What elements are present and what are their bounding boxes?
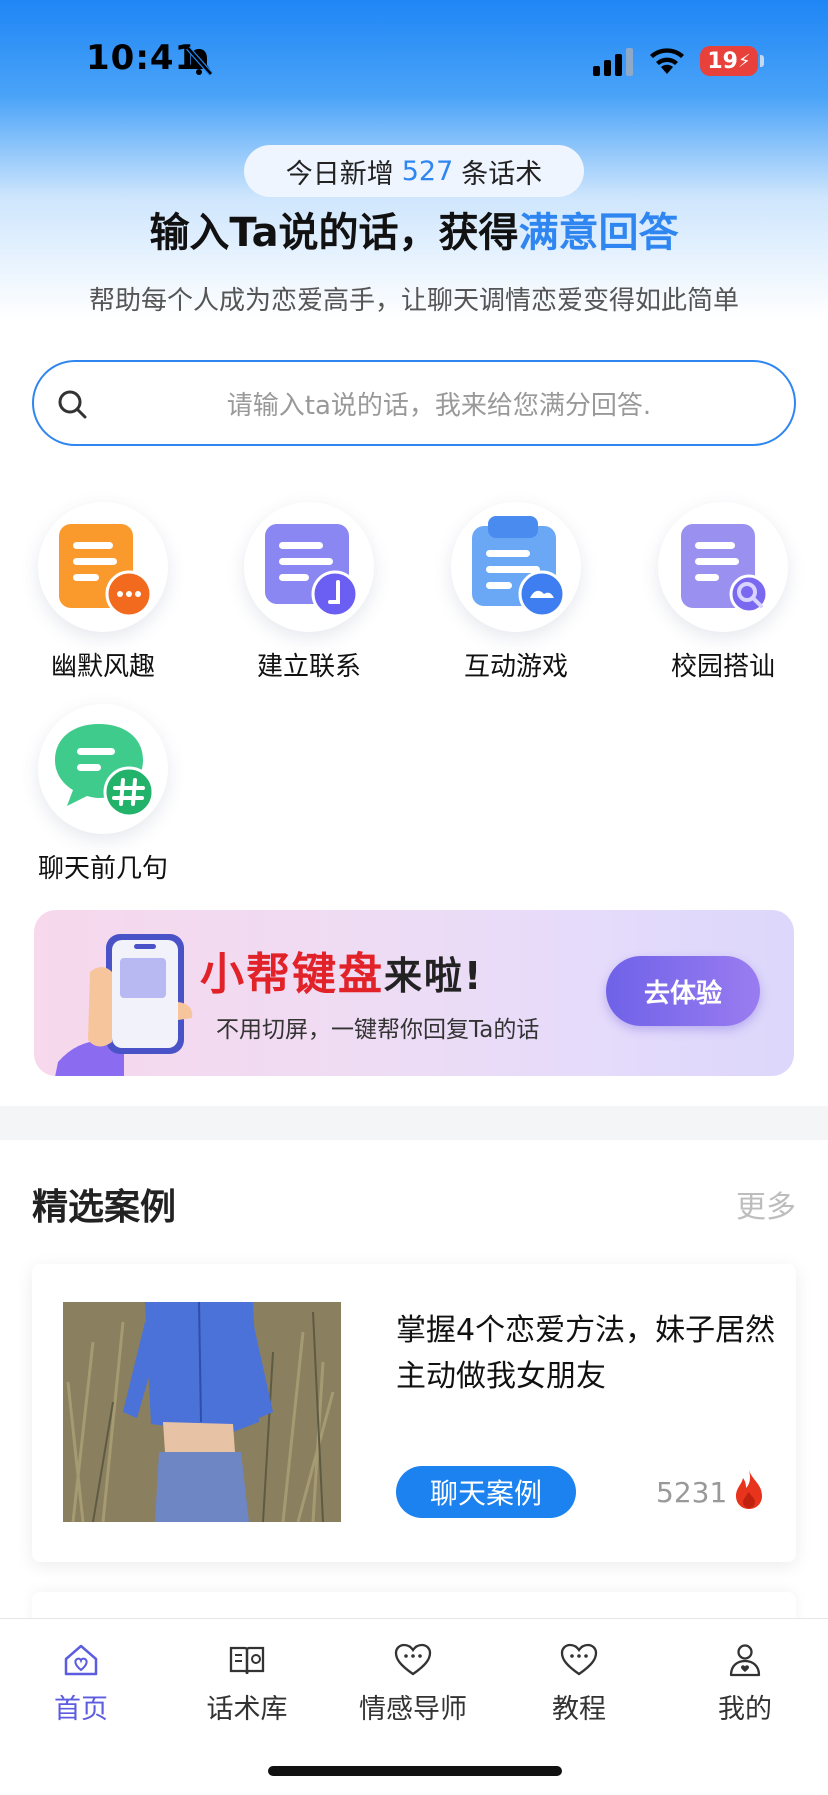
search-placeholder: 请输入ta说的话，我来给您满分回答. bbox=[226, 390, 652, 421]
status-time: 10:41 bbox=[86, 38, 200, 78]
tab-label: 我的 bbox=[718, 1694, 772, 1725]
battery-indicator: 19 ⚡ bbox=[700, 46, 758, 76]
home-indicator bbox=[268, 1766, 562, 1776]
category-humor[interactable]: 幽默风趣 bbox=[28, 502, 178, 683]
tab-label: 情感导师 bbox=[359, 1694, 467, 1725]
category-icon-circle bbox=[38, 502, 168, 632]
status-bar: 10:41 19 ⚡ bbox=[0, 0, 828, 120]
charging-bolt-icon: ⚡ bbox=[737, 50, 751, 72]
category-icon-circle bbox=[244, 502, 374, 632]
title-highlight: 满意回答 bbox=[518, 210, 679, 256]
page-subtitle: 帮助每个人成为恋爱高手，让聊天调情恋爱变得如此简单 bbox=[88, 286, 739, 316]
daily-prefix: 今日新增 bbox=[285, 158, 394, 190]
banner-title: 小帮键盘来啦! bbox=[200, 938, 483, 1002]
banner-title-dark: 来啦! bbox=[384, 954, 484, 998]
banner-title-red: 小帮键盘 bbox=[200, 949, 384, 1000]
title-main: 输入Ta说的话，获得 bbox=[149, 210, 519, 256]
featured-section-title: 精选案例 bbox=[32, 1187, 177, 1228]
signal-icon bbox=[593, 48, 633, 76]
category-label: 校园搭讪 bbox=[670, 652, 775, 682]
category-icon-circle bbox=[451, 502, 581, 632]
case-card[interactable]: 掌握4个恋爱方法，妹子居然主动做我女朋友 聊天案例 5231 bbox=[32, 1264, 796, 1562]
book-icon bbox=[229, 1646, 265, 1675]
home-icon bbox=[64, 1644, 98, 1676]
tab-label: 教程 bbox=[552, 1694, 606, 1725]
bell-muted-icon bbox=[186, 46, 213, 76]
case-title: 掌握4个恋爱方法，妹子居然主动做我女朋友 bbox=[396, 1313, 776, 1394]
chat-case-tag-button[interactable]: 聊天案例 bbox=[396, 1466, 576, 1518]
phone-hand-icon bbox=[55, 934, 193, 1076]
tab-label: 首页 bbox=[54, 1694, 108, 1725]
category-label: 互动游戏 bbox=[463, 652, 568, 682]
wifi-icon bbox=[650, 48, 684, 74]
section-divider bbox=[0, 1106, 828, 1140]
category-game[interactable]: 互动游戏 bbox=[441, 502, 591, 683]
game-icon bbox=[472, 516, 566, 616]
banner-subtitle: 不用切屏，一键帮你回复Ta的话 bbox=[216, 1017, 540, 1043]
case-view-count: 5231 bbox=[656, 1476, 728, 1509]
category-label: 建立联系 bbox=[256, 652, 361, 682]
tab-profile[interactable]: 我的 bbox=[670, 1643, 820, 1726]
tab-home[interactable]: 首页 bbox=[6, 1643, 156, 1726]
user-icon bbox=[729, 1644, 761, 1677]
heart-chat-icon bbox=[560, 1643, 598, 1676]
tab-scripts[interactable]: 话术库 bbox=[172, 1643, 322, 1726]
category-label: 聊天前几句 bbox=[37, 854, 168, 884]
page-title: 输入Ta说的话，获得满意回答 bbox=[0, 200, 828, 258]
tab-tutorial[interactable]: 教程 bbox=[504, 1643, 654, 1726]
tab-label: 话术库 bbox=[206, 1694, 288, 1725]
battery-tip bbox=[760, 55, 764, 67]
more-link[interactable]: 更多 bbox=[736, 1182, 796, 1226]
fire-icon bbox=[736, 1470, 762, 1509]
category-chat-opener[interactable]: 聊天前几句 bbox=[28, 704, 178, 885]
campus-icon bbox=[681, 524, 769, 614]
search-input[interactable]: 请输入ta说的话，我来给您满分回答. bbox=[32, 360, 796, 446]
humor-icon bbox=[59, 524, 153, 616]
app-screen: 10:41 19 ⚡ 今日新增 527 条话术 输入Ta说的话，获得满意回答 帮助… bbox=[0, 0, 828, 1795]
keyboard-promo-banner[interactable]: 小帮键盘来啦! 不用切屏，一键帮你回复Ta的话 去体验 bbox=[34, 910, 794, 1076]
category-label: 幽默风趣 bbox=[50, 652, 155, 682]
case-thumbnail-image bbox=[63, 1302, 341, 1522]
chat-opener-icon bbox=[55, 724, 153, 818]
connect-icon bbox=[265, 524, 359, 616]
try-now-button[interactable]: 去体验 bbox=[606, 956, 760, 1026]
category-connect[interactable]: 建立联系 bbox=[234, 502, 384, 683]
category-campus[interactable]: 校园搭讪 bbox=[648, 502, 798, 683]
category-icon-circle bbox=[658, 502, 788, 632]
heart-chat-icon bbox=[394, 1643, 432, 1676]
daily-count: 527 bbox=[401, 155, 454, 187]
daily-suffix: 条话术 bbox=[461, 158, 543, 190]
battery-level: 19 bbox=[707, 48, 738, 74]
daily-new-badge: 今日新增 527 条话术 bbox=[244, 145, 584, 197]
category-icon-circle bbox=[38, 704, 168, 834]
tab-mentor[interactable]: 情感导师 bbox=[338, 1643, 488, 1726]
